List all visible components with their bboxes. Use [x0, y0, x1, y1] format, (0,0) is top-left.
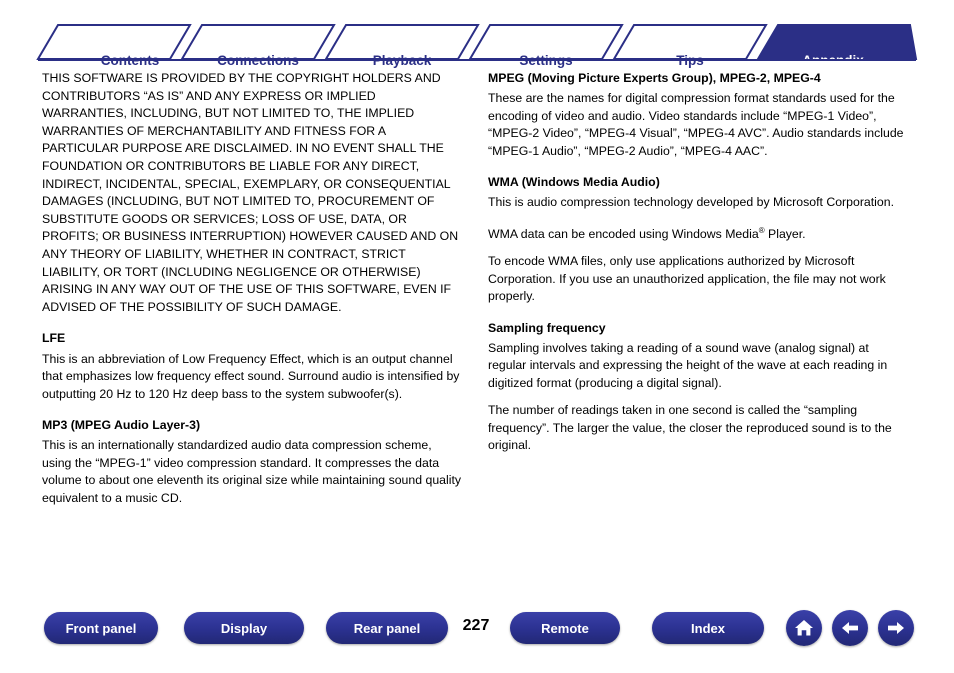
page-number: 227	[462, 617, 490, 634]
mpeg-paragraph: These are the names for digital compress…	[488, 91, 904, 158]
front-panel-button[interactable]: Front panel	[44, 612, 158, 644]
wma-paragraph-2-pre: WMA data can be encoded using Windows Me…	[488, 226, 759, 241]
wma-paragraph-2-post: Player.	[764, 226, 806, 241]
left-column: THIS SOFTWARE IS PROVIDED BY THE COPYRIG…	[42, 70, 462, 507]
home-icon	[794, 619, 814, 637]
display-button[interactable]: Display	[184, 612, 304, 644]
lfe-paragraph: This is an abbreviation of Low Frequency…	[42, 351, 460, 401]
arrow-left-icon	[840, 620, 860, 636]
mp3-heading: MP3 (MPEG Audio Layer-3)	[42, 417, 201, 432]
sampling-paragraph-1: Sampling involves taking a reading of a …	[488, 340, 888, 390]
footer-bar: Front panel Display Rear panel 227 Remot…	[0, 610, 954, 660]
lfe-heading: LFE	[42, 331, 66, 346]
rear-panel-button[interactable]: Rear panel	[326, 612, 448, 644]
right-column: MPEG (Moving Picture Experts Group), MPE…	[488, 70, 910, 454]
sampling-heading: Sampling frequency	[488, 320, 606, 335]
mpeg-heading: MPEG (Moving Picture Experts Group), MPE…	[488, 71, 821, 85]
next-page-button[interactable]	[878, 610, 914, 646]
wma-heading: WMA (Windows Media Audio)	[488, 175, 660, 190]
previous-page-button[interactable]	[832, 610, 868, 646]
mp3-paragraph: This is an internationally standardized …	[42, 438, 462, 505]
license-paragraph: THIS SOFTWARE IS PROVIDED BY THE COPYRIG…	[42, 71, 459, 314]
arrow-right-icon	[886, 620, 906, 636]
sampling-paragraph-2: The number of readings taken in one seco…	[488, 403, 892, 452]
wma-paragraph-2: WMA data can be encoded using Windows Me…	[488, 222, 910, 244]
wma-paragraph-1: This is audio compression technology dev…	[488, 195, 895, 210]
home-button[interactable]	[786, 610, 822, 646]
tab-bar[interactable]: Contents Connections Playback Settings T…	[0, 22, 954, 68]
index-button[interactable]: Index	[652, 612, 764, 644]
wma-paragraph-3: To encode WMA files, only use applicatio…	[488, 254, 886, 304]
remote-button[interactable]: Remote	[510, 612, 620, 644]
tab-bar-underline	[38, 59, 916, 61]
